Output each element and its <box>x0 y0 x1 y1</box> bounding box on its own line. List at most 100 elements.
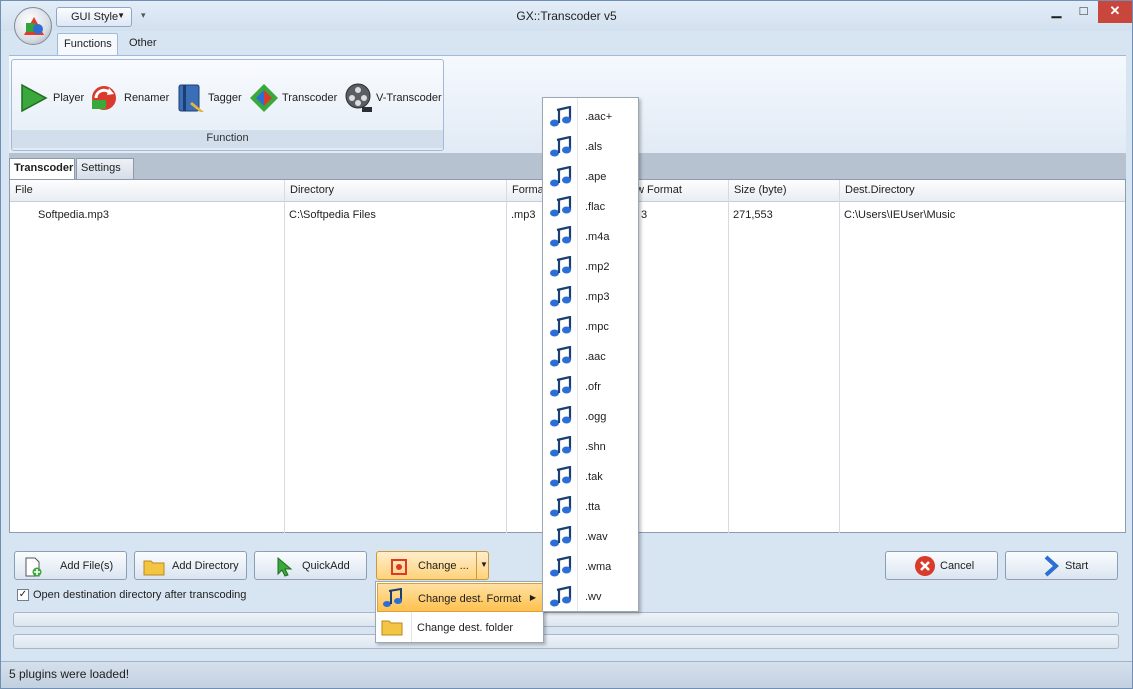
format-label: .shn <box>585 441 606 453</box>
menu-item-format[interactable]: .mp2 <box>544 252 638 282</box>
folder-icon <box>143 560 165 576</box>
renamer-icon <box>92 86 116 110</box>
tab-functions[interactable]: Functions <box>57 33 118 56</box>
music-note-icon <box>550 556 572 577</box>
change-label: Change ... <box>418 560 469 572</box>
menu-item-label: Change dest. Format <box>418 593 522 605</box>
chevron-down-icon[interactable]: ▼ <box>480 560 488 569</box>
format-label: .flac <box>585 201 606 213</box>
column-header-directory[interactable]: Directory <box>290 184 334 196</box>
format-label: .ogg <box>585 411 607 423</box>
menu-item-label: Change dest. folder <box>417 622 514 634</box>
file-progress-bar <box>13 612 1119 627</box>
add-files-label: Add File(s) <box>60 560 114 572</box>
change-menu: Change dest. Format ▶ Change dest. folde… <box>375 581 544 643</box>
menu-item-format[interactable]: .tta <box>544 492 638 522</box>
menu-item-format[interactable]: .mp3 <box>544 282 638 312</box>
status-bar: 5 plugins were loaded! <box>1 661 1132 688</box>
function-group: Player Renamer Tagger Transcoder V-Trans… <box>11 59 444 151</box>
menu-item-change-dest-format[interactable]: Change dest. Format ▶ <box>377 583 543 612</box>
format-label: .ofr <box>585 381 601 393</box>
menu-item-format[interactable]: .wav <box>544 522 638 552</box>
menu-item-format[interactable]: .ape <box>544 162 638 192</box>
music-note-icon <box>550 136 572 157</box>
tab-settings[interactable]: Settings <box>76 158 134 179</box>
play-icon <box>21 83 48 113</box>
menu-item-format[interactable]: .aac+ <box>544 102 638 132</box>
music-note-icon <box>550 466 572 487</box>
menu-item-format[interactable]: .ogg <box>544 402 638 432</box>
menu-item-format[interactable]: .ofr <box>544 372 638 402</box>
v-transcoder-button[interactable]: V-Transcoder <box>342 80 442 116</box>
cell-dest-directory: C:\Users\IEUser\Music <box>844 209 956 221</box>
menu-item-format[interactable]: .als <box>544 132 638 162</box>
quick-add-button[interactable]: QuickAdd <box>254 551 367 580</box>
menu-item-change-dest-folder[interactable]: Change dest. folder <box>377 613 543 642</box>
change-button[interactable]: Change ... ▼ <box>376 551 489 580</box>
close-button[interactable]: ✕ <box>1098 1 1132 23</box>
menu-item-format[interactable]: .mpc <box>544 312 638 342</box>
add-directory-button[interactable]: Add Directory <box>134 551 247 580</box>
music-note-icon <box>383 588 402 607</box>
cursor-add-icon <box>277 557 293 577</box>
menu-item-format[interactable]: .m4a <box>544 222 638 252</box>
quick-add-label: QuickAdd <box>302 560 350 572</box>
menu-item-format[interactable]: .wma <box>544 552 638 582</box>
split-divider <box>476 552 477 579</box>
start-label: Start <box>1065 560 1089 572</box>
music-note-icon <box>550 196 572 217</box>
format-label: .tta <box>585 501 601 513</box>
change-icon <box>391 559 407 575</box>
menu-item-format[interactable]: .tak <box>544 462 638 492</box>
column-header-file[interactable]: File <box>15 184 33 196</box>
format-label: .mpc <box>585 321 609 333</box>
tab-transcoder[interactable]: Transcoder <box>9 158 75 179</box>
add-file-icon <box>25 557 42 577</box>
format-label: .mp2 <box>585 261 610 273</box>
window-title: GX::Transcoder v5 <box>516 9 617 23</box>
title-bar: GUI Style ▼ ▾ GX::Transcoder v5 ▁ □ ✕ <box>1 1 1132 31</box>
column-divider <box>839 180 840 534</box>
maximize-button[interactable]: □ <box>1070 1 1097 23</box>
folder-icon <box>381 620 403 636</box>
music-note-icon <box>550 166 572 187</box>
open-dest-checkbox[interactable]: ✓ <box>17 589 29 601</box>
start-button[interactable]: Start <box>1005 551 1118 580</box>
add-files-button[interactable]: Add File(s) <box>14 551 127 580</box>
music-note-icon <box>550 406 572 427</box>
music-note-icon <box>550 586 572 607</box>
column-header-dest-directory[interactable]: Dest.Directory <box>845 184 915 196</box>
cell-new-format: 3 <box>641 209 648 221</box>
column-header-size[interactable]: Size (byte) <box>734 184 787 196</box>
format-label: .wv <box>585 591 602 603</box>
format-label: .als <box>585 141 603 153</box>
app-menu-button[interactable] <box>14 7 52 45</box>
music-note-icon <box>550 256 572 277</box>
minimize-button[interactable]: ▁ <box>1043 1 1070 23</box>
player-button[interactable]: Player <box>18 80 86 116</box>
menu-item-format[interactable]: .aac <box>544 342 638 372</box>
menu-item-format[interactable]: .wv <box>544 582 638 612</box>
cancel-button[interactable]: Cancel <box>885 551 998 580</box>
menu-item-format[interactable]: .shn <box>544 432 638 462</box>
format-label: .wav <box>585 531 608 543</box>
open-dest-label: Open destination directory after transco… <box>33 589 247 601</box>
v-transcoder-label: V-Transcoder <box>376 92 442 104</box>
tagger-button[interactable]: Tagger <box>174 80 248 116</box>
music-note-icon <box>550 286 572 307</box>
cell-file: Softpedia.mp3 <box>38 209 109 221</box>
total-progress-bar <box>13 634 1119 649</box>
renamer-button[interactable]: Renamer <box>88 80 170 116</box>
transcoder-icon <box>250 84 278 112</box>
cell-format: .mp3 <box>511 209 536 221</box>
transcoder-button[interactable]: Transcoder <box>248 80 340 116</box>
music-note-icon <box>550 436 572 457</box>
status-text: 5 plugins were loaded! <box>9 667 130 681</box>
music-note-icon <box>550 376 572 397</box>
menu-item-format[interactable]: .flac <box>544 192 638 222</box>
tagger-label: Tagger <box>208 92 242 104</box>
tab-other[interactable]: Other <box>123 33 163 56</box>
music-note-icon <box>550 106 572 127</box>
format-label: .aac+ <box>585 111 613 123</box>
format-label: .ape <box>585 171 607 183</box>
